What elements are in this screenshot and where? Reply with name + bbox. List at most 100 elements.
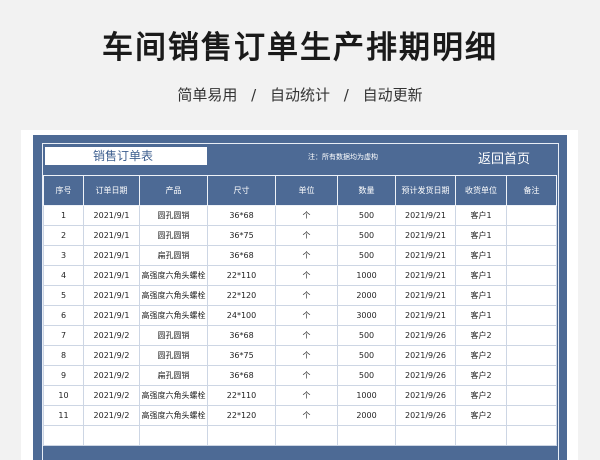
cell-receiver[interactable]: 客户1 bbox=[455, 305, 507, 326]
cell-seq[interactable]: 9 bbox=[43, 365, 84, 386]
cell-ship-date[interactable]: 2021/9/26 bbox=[395, 325, 456, 346]
cell-order-date[interactable]: 2021/9/1 bbox=[83, 305, 140, 326]
cell-seq[interactable]: 1 bbox=[43, 205, 84, 226]
cell-ship-date[interactable]: 2021/9/21 bbox=[395, 265, 456, 286]
cell-remark[interactable] bbox=[506, 325, 557, 346]
cell-ship-date[interactable]: 2021/9/21 bbox=[395, 245, 456, 266]
cell-ship-date[interactable]: 2021/9/26 bbox=[395, 365, 456, 386]
cell-quantity[interactable]: 1000 bbox=[337, 265, 396, 286]
cell-ship-date[interactable]: 2021/9/21 bbox=[395, 305, 456, 326]
cell-receiver[interactable]: 客户2 bbox=[455, 345, 507, 366]
cell-ship-date[interactable]: 2021/9/21 bbox=[395, 225, 456, 246]
cell-remark[interactable] bbox=[506, 425, 557, 446]
cell-product[interactable]: 高强度六角头螺栓 bbox=[139, 285, 208, 306]
cell-quantity[interactable]: 500 bbox=[337, 365, 396, 386]
cell-quantity[interactable]: 500 bbox=[337, 225, 396, 246]
cell-receiver[interactable]: 客户1 bbox=[455, 265, 507, 286]
cell-product[interactable]: 圆孔圆销 bbox=[139, 225, 208, 246]
cell-product[interactable]: 高强度六角头螺栓 bbox=[139, 385, 208, 406]
cell-ship-date[interactable]: 2021/9/26 bbox=[395, 405, 456, 426]
cell-ship-date[interactable] bbox=[395, 425, 456, 446]
cell-size[interactable]: 36*75 bbox=[207, 225, 276, 246]
cell-unit[interactable]: 个 bbox=[275, 325, 338, 346]
cell-unit[interactable]: 个 bbox=[275, 285, 338, 306]
cell-order-date[interactable] bbox=[83, 425, 140, 446]
cell-remark[interactable] bbox=[506, 365, 557, 386]
cell-quantity[interactable]: 500 bbox=[337, 205, 396, 226]
cell-unit[interactable] bbox=[275, 425, 338, 446]
cell-seq[interactable]: 10 bbox=[43, 385, 84, 406]
header-order-date[interactable]: 订单日期 bbox=[83, 175, 140, 206]
cell-size[interactable]: 22*120 bbox=[207, 285, 276, 306]
cell-unit[interactable]: 个 bbox=[275, 305, 338, 326]
cell-receiver[interactable]: 客户2 bbox=[455, 405, 507, 426]
cell-seq[interactable] bbox=[43, 425, 84, 446]
cell-receiver[interactable]: 客户1 bbox=[455, 285, 507, 306]
cell-seq[interactable]: 6 bbox=[43, 305, 84, 326]
cell-remark[interactable] bbox=[506, 345, 557, 366]
header-unit[interactable]: 单位 bbox=[275, 175, 338, 206]
cell-quantity[interactable]: 2000 bbox=[337, 405, 396, 426]
cell-remark[interactable] bbox=[506, 205, 557, 226]
cell-product[interactable]: 扁孔圆销 bbox=[139, 365, 208, 386]
cell-size[interactable] bbox=[207, 425, 276, 446]
cell-product[interactable] bbox=[139, 425, 208, 446]
cell-order-date[interactable]: 2021/9/1 bbox=[83, 265, 140, 286]
cell-size[interactable]: 22*110 bbox=[207, 265, 276, 286]
cell-ship-date[interactable]: 2021/9/26 bbox=[395, 345, 456, 366]
cell-order-date[interactable]: 2021/9/1 bbox=[83, 205, 140, 226]
cell-receiver[interactable]: 客户2 bbox=[455, 365, 507, 386]
cell-quantity[interactable]: 2000 bbox=[337, 285, 396, 306]
cell-remark[interactable] bbox=[506, 305, 557, 326]
cell-quantity[interactable] bbox=[337, 425, 396, 446]
sheet-tab-sales-order[interactable]: 销售订单表 bbox=[45, 147, 207, 165]
cell-order-date[interactable]: 2021/9/2 bbox=[83, 365, 140, 386]
cell-product[interactable]: 高强度六角头螺栓 bbox=[139, 265, 208, 286]
cell-unit[interactable]: 个 bbox=[275, 205, 338, 226]
cell-unit[interactable]: 个 bbox=[275, 245, 338, 266]
cell-unit[interactable]: 个 bbox=[275, 365, 338, 386]
cell-order-date[interactable]: 2021/9/1 bbox=[83, 245, 140, 266]
back-home-button[interactable]: 返回首页 bbox=[478, 148, 530, 167]
cell-size[interactable]: 36*68 bbox=[207, 205, 276, 226]
cell-remark[interactable] bbox=[506, 405, 557, 426]
cell-unit[interactable]: 个 bbox=[275, 405, 338, 426]
cell-order-date[interactable]: 2021/9/2 bbox=[83, 405, 140, 426]
cell-product[interactable]: 圆孔圆销 bbox=[139, 345, 208, 366]
cell-unit[interactable]: 个 bbox=[275, 385, 338, 406]
cell-receiver[interactable]: 客户1 bbox=[455, 245, 507, 266]
cell-size[interactable]: 36*75 bbox=[207, 345, 276, 366]
cell-size[interactable]: 36*68 bbox=[207, 365, 276, 386]
cell-quantity[interactable]: 500 bbox=[337, 345, 396, 366]
cell-unit[interactable]: 个 bbox=[275, 265, 338, 286]
cell-receiver[interactable] bbox=[455, 425, 507, 446]
cell-receiver[interactable]: 客户1 bbox=[455, 225, 507, 246]
header-ship-date[interactable]: 预计发货日期 bbox=[395, 175, 456, 206]
cell-receiver[interactable]: 客户2 bbox=[455, 325, 507, 346]
cell-remark[interactable] bbox=[506, 245, 557, 266]
cell-remark[interactable] bbox=[506, 265, 557, 286]
cell-product[interactable]: 高强度六角头螺栓 bbox=[139, 305, 208, 326]
header-size[interactable]: 尺寸 bbox=[207, 175, 276, 206]
cell-seq[interactable]: 4 bbox=[43, 265, 84, 286]
cell-remark[interactable] bbox=[506, 385, 557, 406]
cell-unit[interactable]: 个 bbox=[275, 225, 338, 246]
header-receiver[interactable]: 收货单位 bbox=[455, 175, 507, 206]
cell-product[interactable]: 圆孔圆销 bbox=[139, 325, 208, 346]
cell-product[interactable]: 圆孔圆销 bbox=[139, 205, 208, 226]
cell-order-date[interactable]: 2021/9/1 bbox=[83, 285, 140, 306]
cell-unit[interactable]: 个 bbox=[275, 345, 338, 366]
cell-seq[interactable]: 3 bbox=[43, 245, 84, 266]
cell-ship-date[interactable]: 2021/9/21 bbox=[395, 285, 456, 306]
header-quantity[interactable]: 数量 bbox=[337, 175, 396, 206]
cell-size[interactable]: 24*100 bbox=[207, 305, 276, 326]
cell-size[interactable]: 36*68 bbox=[207, 325, 276, 346]
cell-quantity[interactable]: 500 bbox=[337, 325, 396, 346]
cell-seq[interactable]: 2 bbox=[43, 225, 84, 246]
cell-ship-date[interactable]: 2021/9/26 bbox=[395, 385, 456, 406]
cell-seq[interactable]: 11 bbox=[43, 405, 84, 426]
cell-receiver[interactable]: 客户2 bbox=[455, 385, 507, 406]
cell-order-date[interactable]: 2021/9/1 bbox=[83, 225, 140, 246]
header-seq[interactable]: 序号 bbox=[43, 175, 84, 206]
cell-product[interactable]: 扁孔圆销 bbox=[139, 245, 208, 266]
